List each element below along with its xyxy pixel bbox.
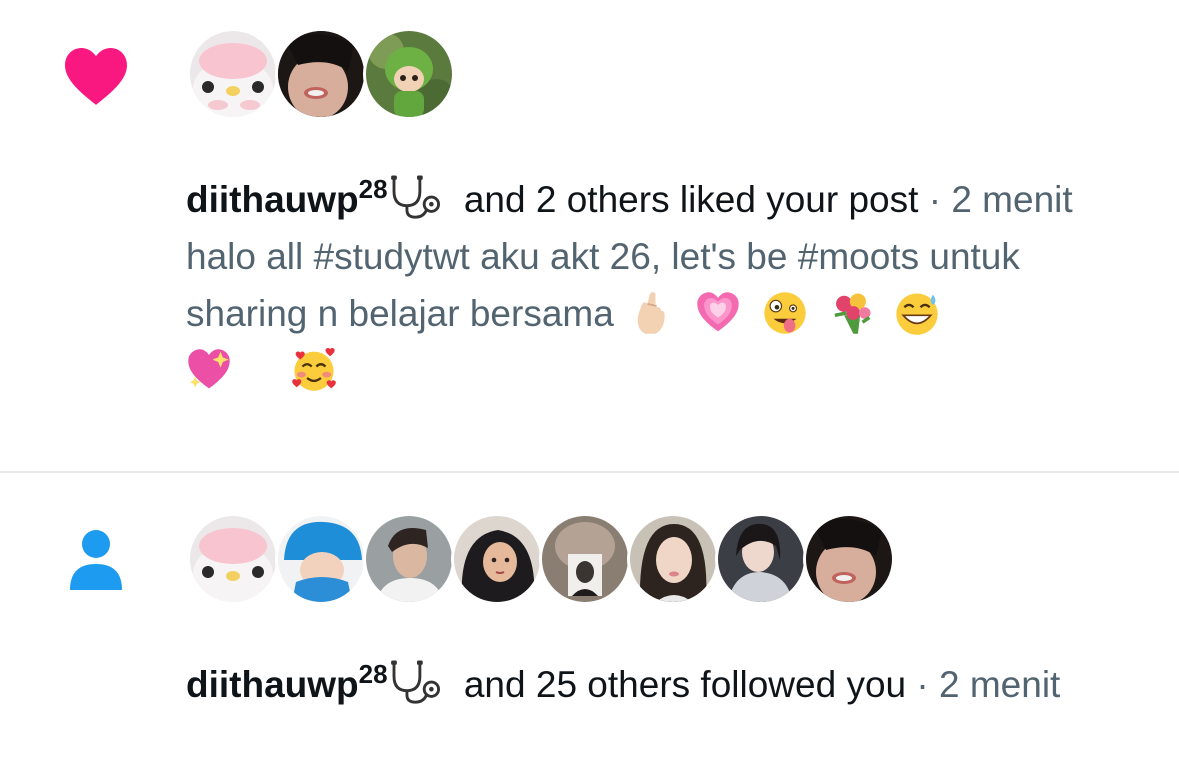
separator: · <box>918 179 952 220</box>
follow-notification[interactable]: diithauwp28 and 25 others followed you ·… <box>0 473 1179 770</box>
smiling-hearts-emoji <box>291 348 336 391</box>
separator: · <box>906 664 939 705</box>
girl-mirror-avatar[interactable] <box>715 513 807 605</box>
dino-figure-avatar[interactable] <box>363 28 455 120</box>
like-notification[interactable]: diithauwp28 and 2 others liked your post… <box>0 0 1179 472</box>
girl-selfie-avatar[interactable] <box>803 513 895 605</box>
zany-face-emoji <box>763 292 806 334</box>
crossed-fingers-emoji <box>637 291 665 334</box>
timestamp[interactable]: 2 menit <box>951 179 1072 220</box>
bouquet-emoji <box>834 293 871 334</box>
person-icon <box>70 530 122 590</box>
girl-selfie-avatar[interactable] <box>275 28 367 120</box>
follow-action-text: and 25 others followed you <box>463 664 907 705</box>
timestamp[interactable]: 2 menit <box>939 664 1060 705</box>
stethoscope-icon <box>390 175 440 219</box>
plush-toy-avatar[interactable] <box>187 513 279 605</box>
like-notification-text: diithauwp28 and 2 others liked your post… <box>186 161 1146 399</box>
sparkling-heart-emoji <box>188 349 230 389</box>
hijab-cartoon-avatar[interactable] <box>451 513 543 605</box>
stethoscope-icon <box>390 660 440 704</box>
like-action-text: and 2 others liked your post <box>463 179 919 220</box>
plush-toy-avatar[interactable] <box>187 28 279 120</box>
follow-notification-text: diithauwp28 and 25 others followed you ·… <box>186 646 1146 713</box>
username[interactable]: diithauwp <box>186 664 359 705</box>
boy-photo-avatar[interactable] <box>363 513 455 605</box>
pocoyo-avatar[interactable] <box>275 513 367 605</box>
growing-heart-emoji <box>697 292 740 332</box>
girl-portrait-avatar[interactable] <box>627 513 719 605</box>
photo-card-avatar[interactable] <box>539 513 631 605</box>
username[interactable]: diithauwp <box>186 179 359 220</box>
username-superscript: 28 <box>358 174 388 204</box>
heart-icon <box>65 47 127 105</box>
grinning-sweat-emoji <box>896 293 938 335</box>
username-superscript: 28 <box>358 659 388 689</box>
